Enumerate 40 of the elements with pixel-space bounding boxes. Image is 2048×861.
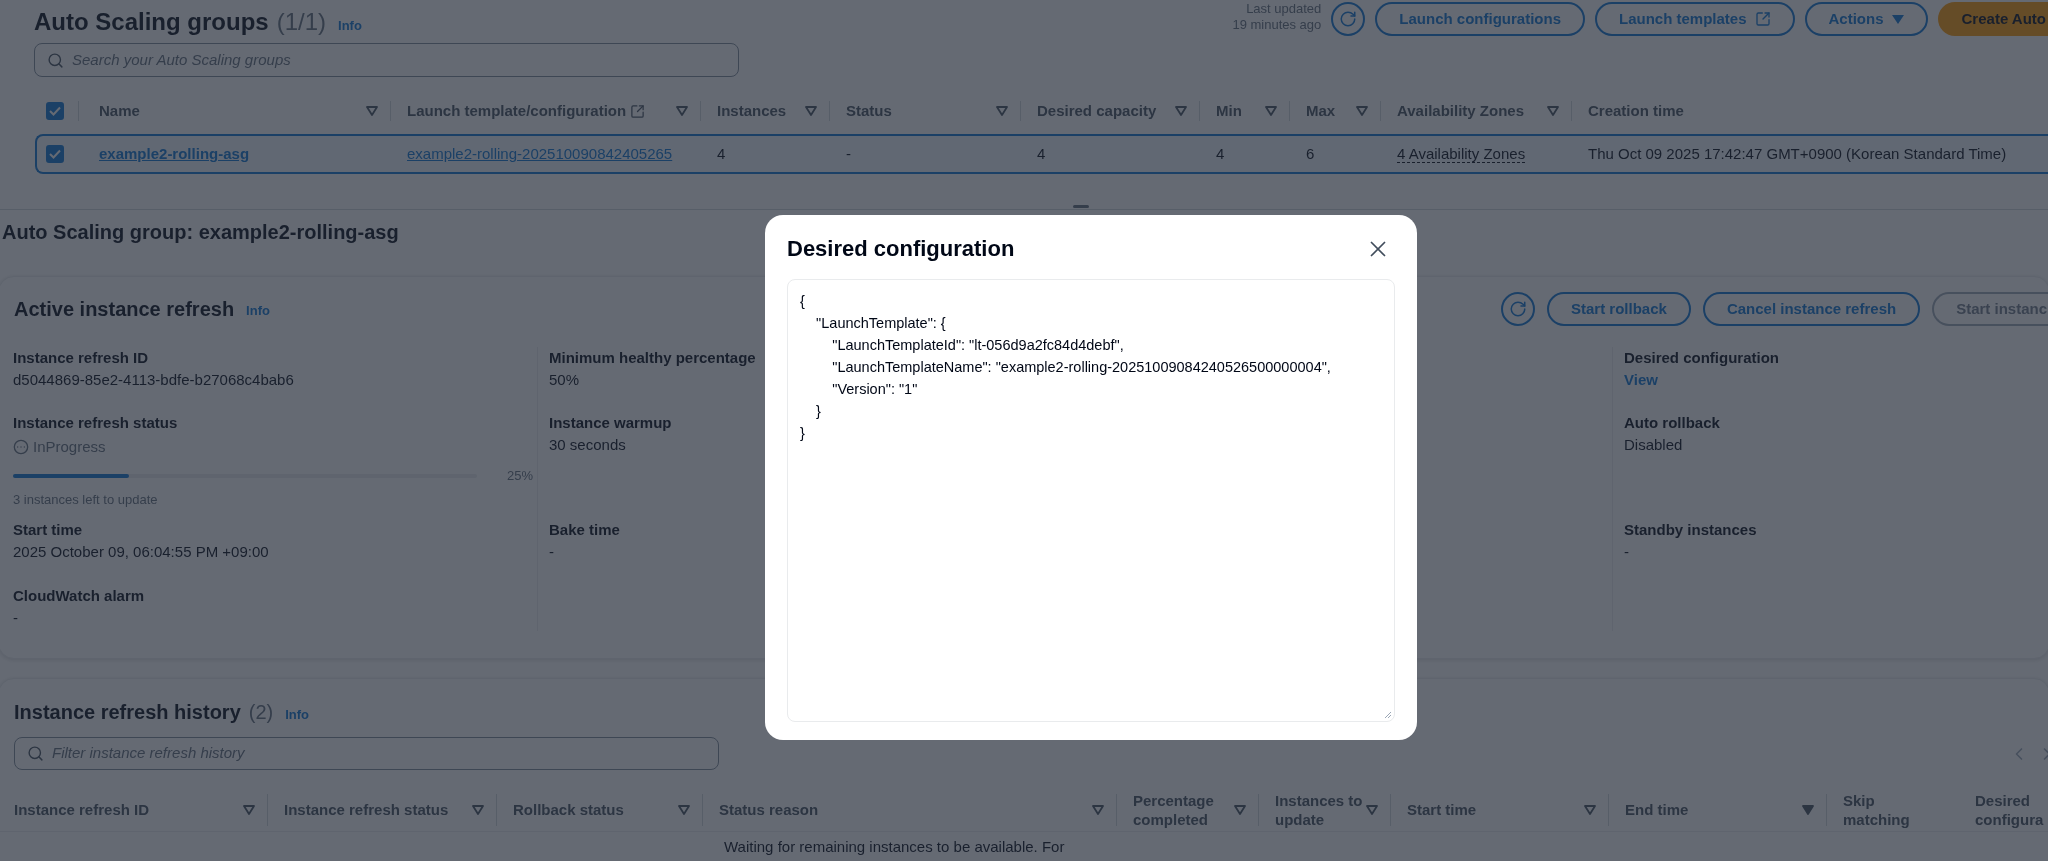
field-label: Instance refresh status xyxy=(13,413,178,433)
field-label: Instance refresh ID xyxy=(13,348,149,368)
field-value: 2025 October 09, 06:04:55 PM +09:00 xyxy=(13,542,269,562)
table-cell: 4 xyxy=(1037,145,1046,162)
column-header[interactable]: Instance refresh ID xyxy=(14,800,150,819)
field-label: Auto rollback xyxy=(1624,413,1720,433)
configuration-json: { "LaunchTemplate": { "LaunchTemplateId": "lt-056d9a2fc84d4debf", "LaunchTemplateName": "example2-rolling-20251009084240526500000004", "Version": "1" } } xyxy=(800,292,1331,443)
modal-title: Desired configuration xyxy=(787,235,1015,263)
configuration-text-area[interactable]: { "LaunchTemplate": { "LaunchTemplateId": "lt-056d9a2fc84d4debf", "LaunchTemplateName": "example2-rolling-20251009084240526500000004", "Version": "1" } } xyxy=(787,279,1395,722)
column-header[interactable]: Rollback status xyxy=(513,800,624,819)
table-cell: 4 xyxy=(1216,145,1225,162)
section-title: Instance refresh history xyxy=(14,700,241,725)
field-value: 30 seconds xyxy=(549,435,626,455)
table-cell: 6 xyxy=(1306,145,1315,162)
status-reason-text: Waiting for remaining instances to be available. For xyxy=(724,838,1065,855)
column-header[interactable]: Start time xyxy=(1407,800,1477,819)
column-header[interactable]: Instance refresh status xyxy=(284,800,449,819)
field-label: Standby instances xyxy=(1624,520,1757,540)
table-link[interactable]: example2-rolling-asg xyxy=(99,145,250,162)
section-title: Active instance refresh xyxy=(14,297,235,322)
field-label: Start time xyxy=(13,520,83,540)
field-value: - xyxy=(1624,542,1629,562)
field-label: Bake time xyxy=(549,520,620,540)
field-value: 50% xyxy=(549,370,580,390)
field-label: Desired configuration xyxy=(1624,348,1780,368)
detail-title: Auto Scaling group: example2-rolling-asg xyxy=(2,220,399,245)
field-label: CloudWatch alarm xyxy=(13,586,145,606)
table-cell: 4 xyxy=(717,145,726,162)
field-value: - xyxy=(549,542,554,562)
page-title: Auto Scaling groups xyxy=(34,7,269,37)
column-header[interactable]: End time xyxy=(1625,800,1689,819)
field-value: d5044869-85e2-4113-bdfe-b27068c4bab6 xyxy=(13,370,294,390)
table-link[interactable]: example2-rolling-202510090842405265 xyxy=(407,145,673,162)
field-label: Minimum healthy percentage xyxy=(549,348,756,368)
field-value: - xyxy=(13,608,18,628)
table-cell: Thu Oct 09 2025 17:42:47 GMT+0900 (Korean Standard Time) xyxy=(1588,145,2007,162)
resize-handle-icon[interactable] xyxy=(1384,711,1392,719)
table-cell: - xyxy=(846,145,851,162)
field-value: Disabled xyxy=(1624,435,1683,455)
field-label: Instance warmup xyxy=(549,413,672,433)
